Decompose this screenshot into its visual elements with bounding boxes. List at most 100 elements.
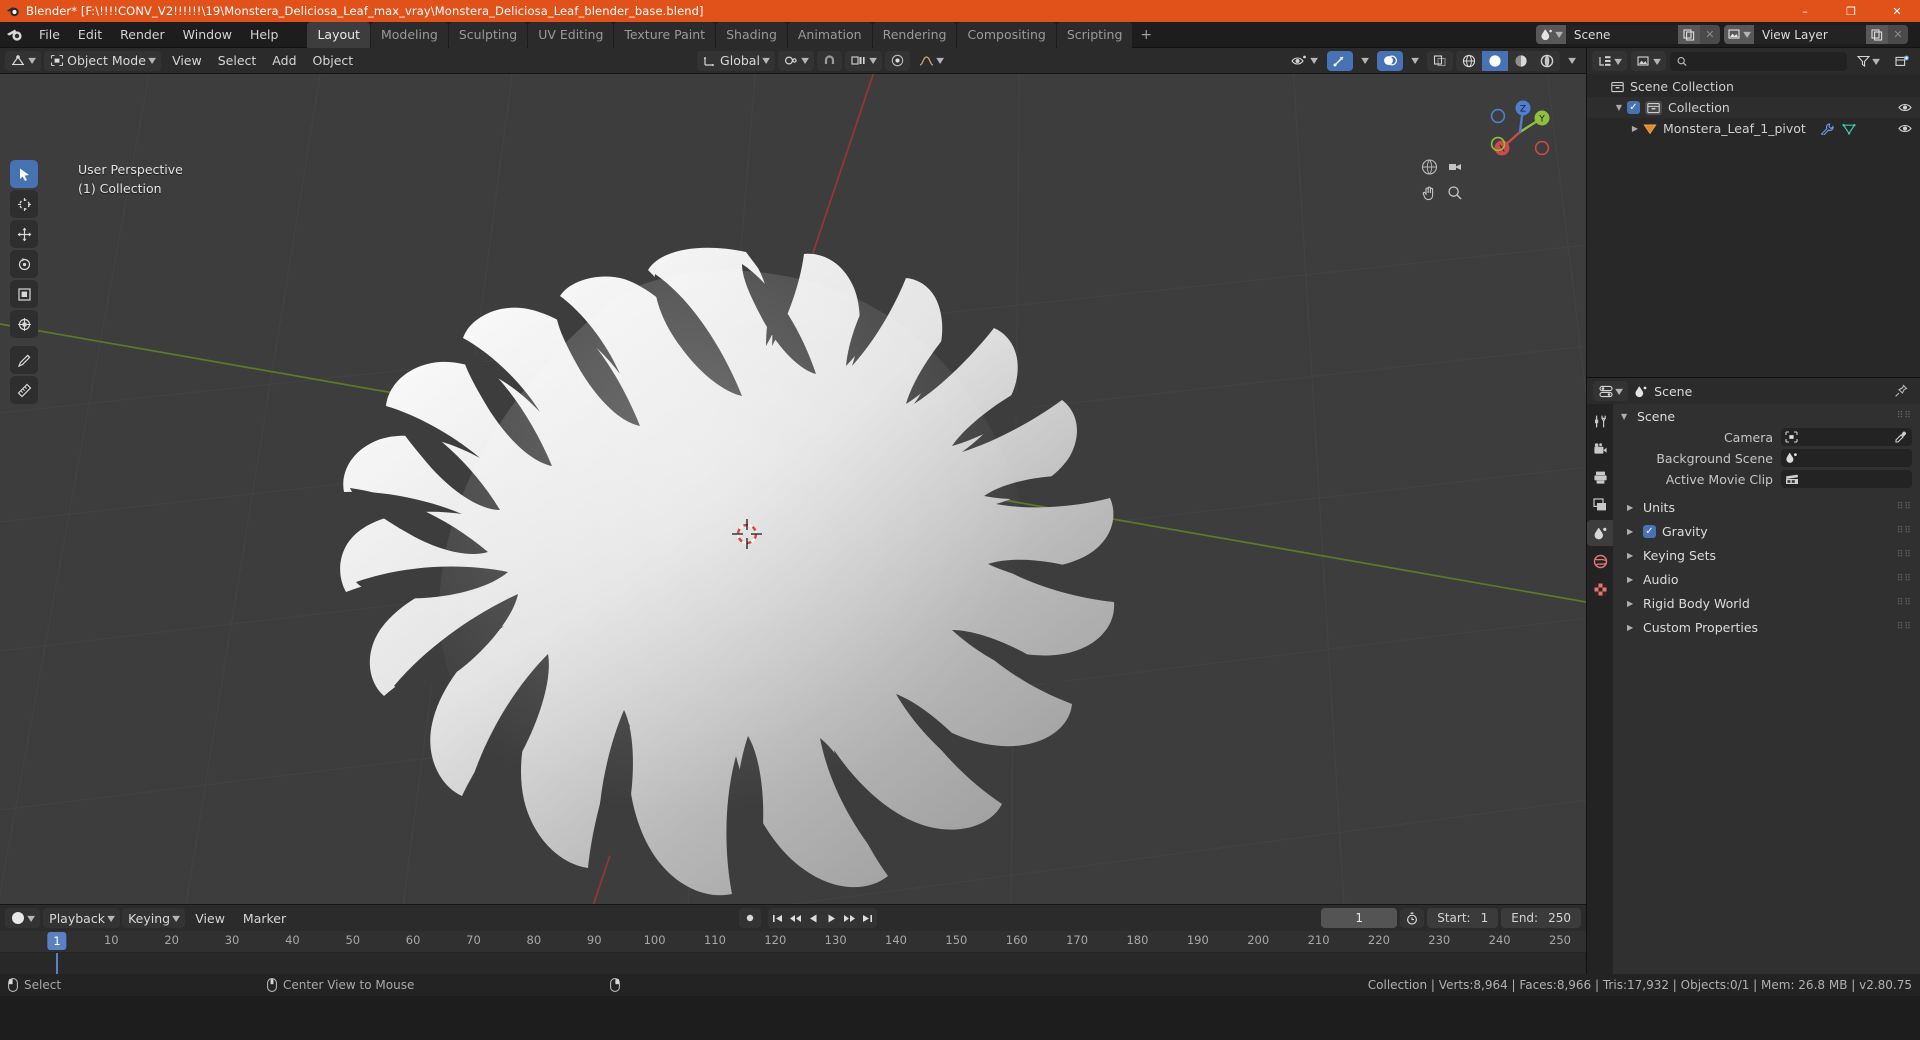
workspace-tab-layout[interactable]: Layout (307, 21, 370, 48)
editor-type-selector[interactable]: ▼ (5, 50, 42, 71)
add-workspace-button[interactable]: + (1132, 24, 1160, 46)
panel-grip[interactable]: ⠿⠿ (1897, 550, 1912, 560)
output-tab[interactable] (1587, 464, 1613, 490)
workspace-tab-compositing[interactable]: Compositing (957, 21, 1056, 48)
outliner-row[interactable]: ▼ ✓ Collection (1587, 97, 1920, 118)
scene-name-field[interactable]: Scene (1565, 25, 1678, 44)
workspace-tab-uv-editing[interactable]: UV Editing (528, 21, 614, 48)
outliner-display-mode-dropdown[interactable]: ▼ (1631, 51, 1667, 71)
viewport-nav-buttons[interactable] (1416, 154, 1468, 206)
panel-grip[interactable]: ⠿⠿ (1897, 411, 1912, 421)
object-visibility-dropdown[interactable]: ▼ (1285, 51, 1323, 71)
visibility-eye-icon[interactable] (1898, 102, 1912, 113)
viewport-menu-object[interactable]: Object (305, 51, 362, 71)
overlay-options-dropdown[interactable]: ▼ (1406, 51, 1424, 71)
shading-options-dropdown[interactable]: ▼ (1563, 51, 1581, 71)
main-menu-bar[interactable]: File Edit Render Window Help (30, 24, 287, 45)
new-view-layer-button[interactable] (1866, 25, 1888, 44)
snapping-group[interactable] (817, 50, 843, 71)
scene-panel-header[interactable]: ▼ Scene ⠿⠿ (1613, 406, 1920, 426)
menu-file[interactable]: File (30, 24, 69, 45)
mesh-data-icon[interactable] (1842, 123, 1856, 135)
gizmo-options-dropdown[interactable]: ▼ (1356, 51, 1374, 71)
viewport-toolbar[interactable] (10, 160, 38, 404)
shading-wireframe-button[interactable] (1456, 51, 1482, 71)
transform-tool[interactable] (10, 310, 38, 338)
zoom-icon[interactable] (1442, 180, 1468, 206)
timeline-editor-type-selector[interactable]: ▼ (5, 908, 41, 928)
workspace-tab-sculpting[interactable]: Sculpting (448, 21, 528, 48)
outliner-filter-button[interactable]: ▼ (1851, 51, 1885, 71)
outliner-row-icons[interactable] (1820, 122, 1912, 135)
scale-tool[interactable] (10, 280, 38, 308)
view-layer-selector[interactable]: ▼ View Layer ✕ (1723, 25, 1908, 44)
property-value-field[interactable] (1781, 470, 1912, 488)
panel-grip[interactable]: ⠿⠿ (1897, 526, 1912, 536)
timeline-track-area[interactable] (0, 953, 1586, 974)
play-reverse-icon[interactable] (805, 908, 822, 928)
annotate-tool[interactable] (10, 346, 38, 374)
window-controls[interactable]: – ❐ ✕ (1782, 0, 1920, 22)
properties-content[interactable]: ▼ Scene ⠿⠿ Camera Background Scene Active … (1613, 404, 1920, 974)
scene-browse-icon[interactable]: ▼ (1535, 25, 1566, 44)
outliner-editor-type-selector[interactable]: ▼ (1592, 51, 1628, 71)
menu-edit[interactable]: Edit (69, 24, 111, 45)
show-overlays-toggle[interactable] (1376, 50, 1403, 71)
outliner-search[interactable] (1670, 51, 1847, 71)
menu-render[interactable]: Render (111, 24, 174, 45)
delete-scene-button[interactable]: ✕ (1699, 25, 1720, 44)
workspace-tab-shading[interactable]: Shading (716, 21, 787, 48)
transform-orientation-dropdown[interactable]: Global ▼ (697, 50, 776, 71)
workspace-tab-scripting[interactable]: Scripting (1056, 21, 1133, 48)
outliner-row-icons[interactable] (1898, 102, 1912, 113)
property-section-units[interactable]: ▶ Units ⠿⠿ (1613, 495, 1920, 519)
render-tab[interactable] (1587, 436, 1613, 462)
timeline-playhead[interactable]: 1 (47, 932, 67, 950)
rotate-tool[interactable] (10, 250, 38, 278)
frame-start-field[interactable]: Start: 1 (1427, 908, 1499, 928)
jump-end-icon[interactable] (859, 908, 876, 928)
timeline-menu-bar[interactable]: Playback ▼ Keying ▼ View Marker (43, 908, 294, 928)
panel-grip[interactable]: ⠿⠿ (1897, 622, 1912, 632)
3d-viewport[interactable]: User Perspective (1) Collection Y X Z (0, 74, 1586, 904)
view-layer-browse-icon[interactable]: ▼ (1723, 25, 1754, 44)
frame-end-field[interactable]: End: 250 (1501, 908, 1581, 928)
viewport-menu-select[interactable]: Select (210, 51, 265, 71)
modifier-wrench-icon[interactable] (1820, 122, 1834, 135)
view-layer-name-field[interactable]: View Layer (1754, 25, 1866, 44)
panel-grip[interactable]: ⠿⠿ (1897, 574, 1912, 584)
jump-start-icon[interactable] (769, 908, 786, 928)
current-frame-field[interactable]: 1 (1321, 908, 1398, 928)
texture-tab[interactable] (1587, 576, 1613, 602)
timeline-menu-marker[interactable]: Marker (235, 908, 294, 928)
tool-tab[interactable] (1587, 408, 1613, 434)
camera-icon[interactable] (1442, 154, 1468, 180)
pan-hand-icon[interactable] (1416, 180, 1442, 206)
property-value-field[interactable] (1781, 449, 1912, 467)
workspace-tab-animation[interactable]: Animation (787, 21, 872, 48)
view-layer-tab[interactable] (1587, 492, 1613, 518)
proportional-falloff-dropdown[interactable]: ▼ (913, 51, 949, 71)
menu-window[interactable]: Window (174, 24, 241, 45)
timeline-ruler[interactable]: 1 10 20 30 40 50 60 70 80 90 100 110 120 130 140 150 160… (0, 931, 1586, 953)
property-section-gravity[interactable]: ▶ ✓ Gravity ⠿⠿ (1613, 519, 1920, 543)
outliner-row[interactable]: ▶ Monstera_Leaf_1_pivot (1587, 118, 1920, 139)
close-button[interactable]: ✕ (1874, 0, 1920, 22)
workspace-tab-texture-paint[interactable]: Texture Paint (614, 21, 716, 48)
timeline-menu-view[interactable]: View (187, 908, 233, 928)
properties-editor-type-selector[interactable]: ▼ (1593, 381, 1629, 401)
collection-checkbox[interactable]: ✓ (1627, 101, 1640, 114)
eyedropper-icon[interactable] (1894, 431, 1907, 444)
minimize-button[interactable]: – (1782, 0, 1828, 22)
move-tool[interactable] (10, 220, 38, 248)
viewport-menu-view[interactable]: View (164, 51, 210, 71)
world-tab[interactable] (1587, 548, 1613, 574)
property-section-audio[interactable]: ▶ Audio ⠿⠿ (1613, 567, 1920, 591)
cursor-tool[interactable] (10, 190, 38, 218)
maximize-button[interactable]: ❐ (1828, 0, 1874, 22)
viewport-menu-bar[interactable]: View Select Add Object (164, 51, 361, 71)
scene-selector[interactable]: ▼ Scene ✕ (1535, 25, 1720, 44)
tweak-select-tool[interactable] (10, 160, 38, 188)
pin-icon[interactable] (1888, 381, 1914, 401)
gravity-checkbox[interactable]: ✓ (1643, 524, 1656, 538)
